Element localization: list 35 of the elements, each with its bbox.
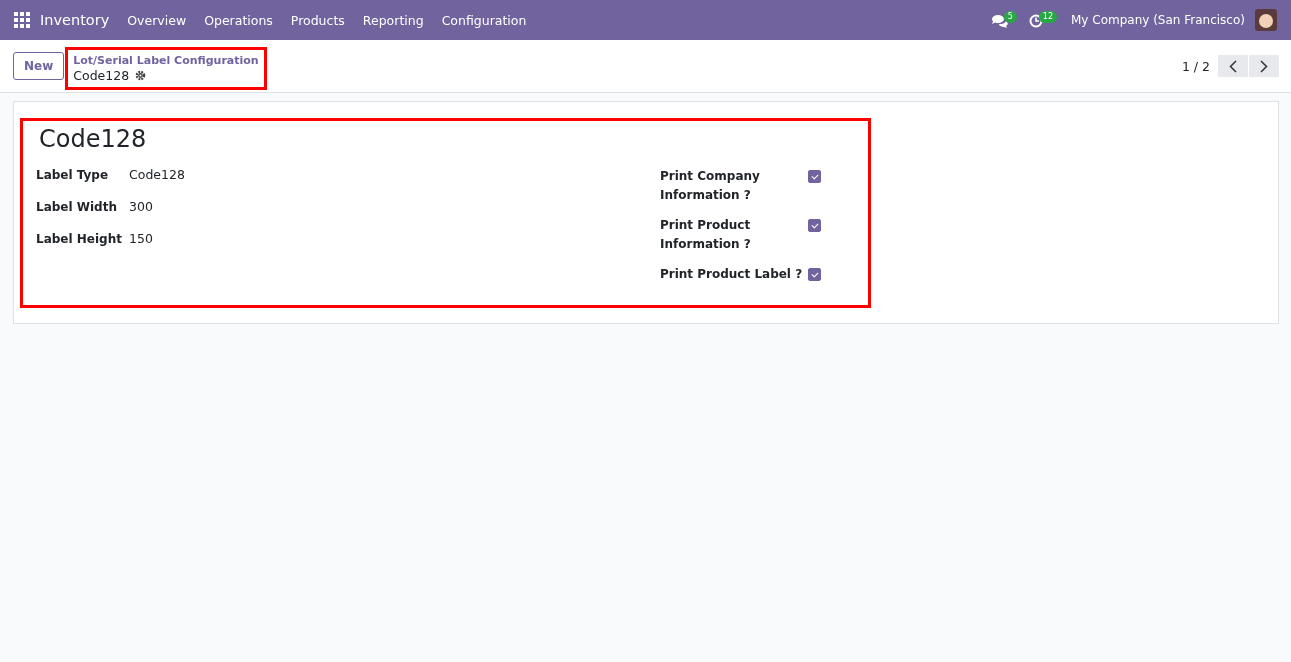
record-title: Code128: [39, 125, 148, 153]
field-value[interactable]: 300: [129, 199, 153, 214]
checkbox[interactable]: [808, 219, 821, 232]
menu-item[interactable]: Overview: [127, 12, 187, 28]
breadcrumb-link[interactable]: Lot/Serial Label Configuration: [73, 53, 259, 67]
field-value[interactable]: 150: [129, 231, 153, 246]
field-label: Label Width: [36, 199, 118, 214]
record-name: Code128: [73, 67, 130, 83]
field-label: Label Height: [36, 231, 123, 246]
checkbox[interactable]: [808, 268, 821, 281]
gear-icon[interactable]: [135, 69, 147, 81]
chevron-left-icon: [1229, 59, 1237, 73]
chevron-right-icon: [1260, 59, 1268, 73]
field-label: Label Type: [36, 167, 110, 182]
activity-count-badge: 12: [1038, 11, 1057, 23]
field-label: Print Product Label ?: [660, 266, 804, 283]
chat-icon[interactable]: [990, 14, 1008, 28]
field-label: Print Company Information ?: [660, 168, 761, 204]
checkbox[interactable]: [808, 170, 821, 183]
field-label: Print Product Information ?: [660, 217, 752, 253]
menu-item[interactable]: Reporting: [362, 12, 424, 28]
company-switcher[interactable]: My Company (San Francisco): [1071, 13, 1245, 27]
clock-icon[interactable]: [1028, 14, 1043, 28]
menu-item[interactable]: Configuration: [441, 12, 527, 28]
user-avatar-icon[interactable]: [1255, 9, 1277, 31]
previous-button[interactable]: [1218, 55, 1248, 77]
field-value[interactable]: Code128: [129, 167, 185, 182]
next-button[interactable]: [1249, 55, 1279, 77]
menu-item[interactable]: Operations: [204, 12, 273, 28]
app-name[interactable]: Inventory: [40, 12, 110, 28]
app-grid-icon[interactable]: [14, 12, 30, 28]
menu-item[interactable]: Products: [290, 12, 345, 28]
new-button[interactable]: New: [13, 52, 65, 80]
pager-value: 1 / 2: [1181, 58, 1210, 74]
message-count-badge: 5: [1003, 11, 1017, 23]
